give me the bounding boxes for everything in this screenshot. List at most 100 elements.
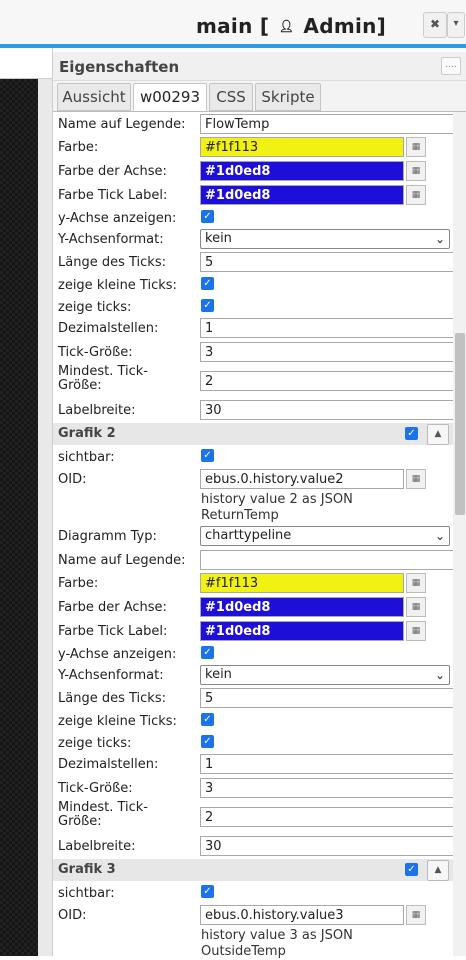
show-y-axis-checkbox[interactable]: ✓: [201, 210, 214, 223]
y-format-value: kein: [205, 667, 232, 682]
collapse-icon[interactable]: ▲: [427, 424, 449, 445]
decimals-label: Dezimalstellen:: [58, 321, 159, 336]
show-y-axis-checkbox[interactable]: ✓: [201, 646, 214, 659]
label-width-row: Labelbreite: 30: [58, 400, 460, 422]
oid-picker-icon[interactable]: ▦: [406, 469, 426, 489]
visible-row: sichtbar: ✓: [58, 447, 453, 469]
tick-length-label: Länge des Ticks:: [58, 691, 166, 706]
oid-description-line-2: OutsideTemp: [201, 944, 286, 959]
show-y-axis-label: y-Achse anzeigen:: [58, 211, 177, 226]
dropdown-menu-icon[interactable]: ▾: [447, 12, 465, 38]
color-input[interactable]: #f1f113: [200, 137, 404, 157]
tick-length-label: Länge des Ticks:: [58, 255, 166, 270]
tab-skripte[interactable]: Skripte: [255, 83, 321, 111]
color-picker-icon[interactable]: ▦: [406, 573, 426, 593]
chart-type-row: Diagramm Typ: charttypeline ⌄: [58, 526, 453, 548]
show-y-axis-row: y-Achse anzeigen: ✓: [58, 644, 453, 666]
tick-length-input[interactable]: 5: [200, 688, 460, 708]
group-enabled-checkbox[interactable]: ✓: [405, 427, 418, 440]
legend-name-input[interactable]: [200, 550, 460, 570]
small-ticks-checkbox[interactable]: ✓: [201, 713, 214, 726]
tick-size-input[interactable]: 3: [200, 778, 460, 798]
axis-color-row: Farbe der Achse: #1d0ed8 ▦: [58, 161, 453, 183]
visible-checkbox[interactable]: ✓: [201, 885, 214, 898]
show-ticks-checkbox[interactable]: ✓: [201, 735, 214, 748]
oid-input[interactable]: ebus.0.history.value2: [200, 469, 404, 489]
canvas-background: [0, 79, 38, 956]
panel-grip-icon[interactable]: ....: [441, 57, 461, 75]
axis-color-input[interactable]: #1d0ed8: [200, 597, 404, 617]
tab-widget[interactable]: w00293: [133, 83, 207, 111]
oid-description: history value 3 as JSON OutsideTemp: [201, 928, 401, 960]
color-picker-icon[interactable]: ▦: [406, 185, 426, 205]
tick-length-input[interactable]: 5: [200, 252, 460, 272]
color-label: Farbe:: [58, 140, 99, 155]
window-titlebar: main [ 👤︎ Admin] ✖ ▾: [0, 0, 466, 44]
tick-size-input[interactable]: 3: [200, 342, 460, 362]
label-width-input[interactable]: 30: [200, 400, 460, 420]
close-icon[interactable]: ✖: [423, 12, 447, 38]
label-width-label: Labelbreite:: [58, 839, 136, 854]
legend-name-input[interactable]: FlowTemp: [200, 114, 460, 134]
person-icon: 👤︎: [278, 18, 295, 33]
y-format-row: Y-Achsenformat: kein ⌄: [58, 665, 453, 687]
group-grafik-2-header[interactable]: Grafik 2 ✓ ▲: [53, 423, 453, 445]
decimals-row: Dezimalstellen: 1: [58, 318, 460, 340]
group-title: Grafik 3: [58, 862, 116, 877]
tick-label-color-label: Farbe Tick Label:: [58, 624, 168, 639]
chevron-down-icon: ⌄: [434, 668, 445, 682]
scrollbar-track[interactable]: [453, 112, 466, 956]
min-tick-size-input[interactable]: 2: [200, 371, 460, 391]
tab-css[interactable]: CSS: [209, 83, 253, 111]
label-width-row: Labelbreite: 30: [58, 836, 460, 858]
small-ticks-checkbox[interactable]: ✓: [201, 277, 214, 290]
visible-checkbox[interactable]: ✓: [201, 449, 214, 462]
small-ticks-label: zeige kleine Ticks:: [58, 714, 177, 729]
show-ticks-label: zeige ticks:: [58, 736, 132, 751]
y-format-select[interactable]: kein ⌄: [200, 229, 450, 249]
y-format-select[interactable]: kein ⌄: [200, 665, 450, 685]
decimals-label: Dezimalstellen:: [58, 757, 159, 772]
tick-label-color-input[interactable]: #1d0ed8: [200, 621, 404, 641]
tick-size-label: Tick-Größe:: [58, 781, 133, 796]
oid-description: history value 2 as JSON ReturnTemp: [201, 492, 401, 524]
panel-title: Eigenschaften: [59, 58, 180, 76]
window-title-user: Admin]: [303, 14, 387, 38]
color-picker-icon[interactable]: ▦: [406, 161, 426, 181]
chart-type-select[interactable]: charttypeline ⌄: [200, 526, 450, 546]
chart-type-label: Diagramm Typ:: [58, 529, 157, 544]
color-picker-icon[interactable]: ▦: [406, 137, 426, 157]
y-format-value: kein: [205, 231, 232, 246]
tab-aussicht[interactable]: Aussicht: [57, 83, 131, 111]
y-format-row: Y-Achsenformat: kein ⌄: [58, 229, 453, 251]
oid-picker-icon[interactable]: ▦: [406, 905, 426, 925]
tick-label-color-row: Farbe Tick Label: #1d0ed8 ▦: [58, 185, 453, 207]
color-input[interactable]: #f1f113: [200, 573, 404, 593]
tick-length-row: Länge des Ticks: 5: [58, 688, 460, 710]
show-y-axis-label: y-Achse anzeigen:: [58, 647, 177, 662]
decimals-input[interactable]: 1: [200, 318, 460, 338]
show-ticks-label: zeige ticks:: [58, 300, 132, 315]
small-ticks-row: zeige kleine Ticks: ✓: [58, 711, 453, 733]
decimals-input[interactable]: 1: [200, 754, 460, 774]
color-row: Farbe: #f1f113 ▦: [58, 573, 453, 595]
group-enabled-checkbox[interactable]: ✓: [405, 863, 418, 876]
tick-size-label: Tick-Größe:: [58, 345, 133, 360]
tick-label-color-input[interactable]: #1d0ed8: [200, 185, 404, 205]
show-ticks-checkbox[interactable]: ✓: [201, 299, 214, 312]
color-picker-icon[interactable]: ▦: [406, 597, 426, 617]
axis-color-input[interactable]: #1d0ed8: [200, 161, 404, 181]
visible-row: sichtbar: ✓: [58, 883, 453, 905]
group-grafik-3-header[interactable]: Grafik 3 ✓ ▲: [53, 859, 453, 881]
tick-size-row: Tick-Größe: 3: [58, 342, 460, 364]
min-tick-size-label: Mindest. Tick-Größe:: [58, 364, 148, 393]
min-tick-size-row: Mindest. Tick-Größe: 2: [58, 801, 460, 829]
visible-label: sichtbar:: [58, 450, 115, 465]
collapse-icon[interactable]: ▲: [427, 860, 449, 881]
scrollbar-thumb[interactable]: [455, 333, 465, 515]
min-tick-size-input[interactable]: 2: [200, 807, 460, 827]
legend-name-row: Name auf Legende:: [58, 550, 460, 572]
color-picker-icon[interactable]: ▦: [406, 621, 426, 641]
oid-input[interactable]: ebus.0.history.value3: [200, 905, 404, 925]
label-width-input[interactable]: 30: [200, 836, 460, 856]
